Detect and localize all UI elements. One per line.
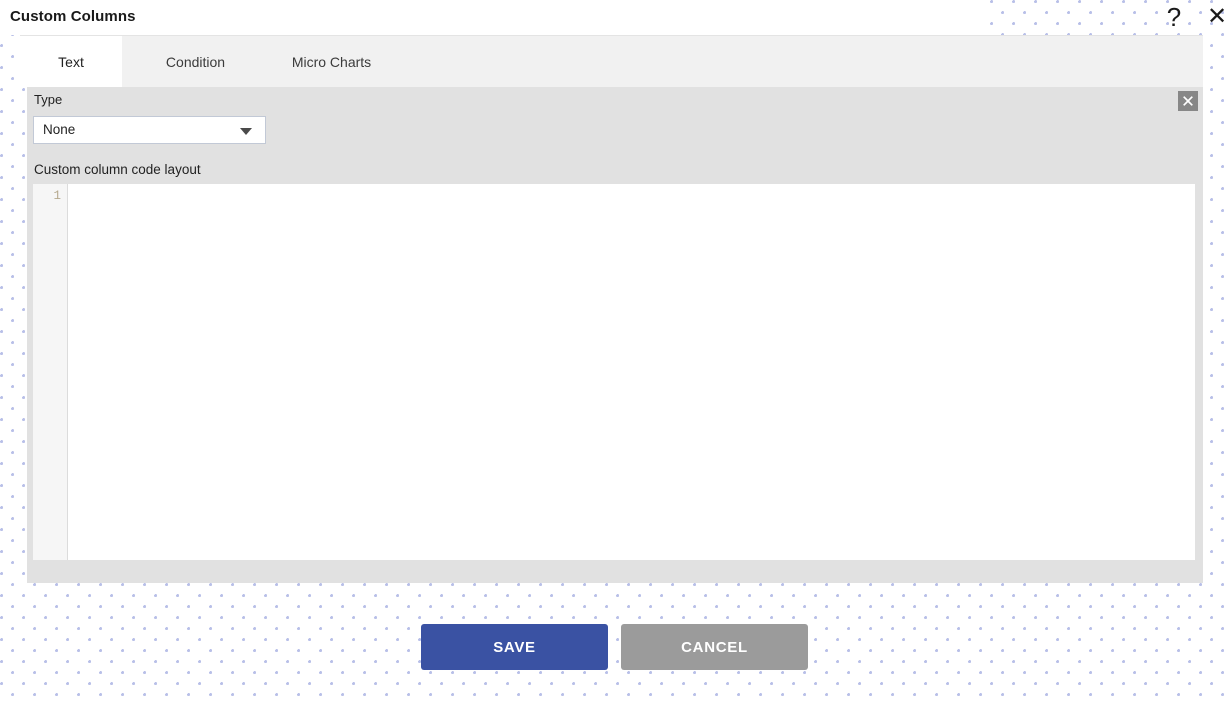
code-editor: 1 [33,184,1195,560]
editor-gutter: 1 [33,184,68,560]
cancel-button[interactable]: CANCEL [621,624,808,670]
close-icon[interactable]: ✕ [1202,2,1232,32]
chevron-down-icon [240,128,252,135]
close-icon [1183,96,1193,106]
tab-text[interactable]: Text [20,36,122,87]
dialog-footer: SAVE CANCEL [0,583,1232,702]
page-title: Custom Columns [10,8,136,25]
dialog-title-bar: Custom Columns ? ✕ [0,0,1232,35]
panel-close-button[interactable] [1178,91,1198,111]
save-button[interactable]: SAVE [421,624,608,670]
tab-bar: Text Condition Micro Charts [20,35,1203,87]
type-label: Type [34,92,63,107]
title-bar-background [0,0,985,35]
type-select-value: None [43,122,76,137]
help-icon[interactable]: ? [1159,2,1189,34]
custom-columns-dialog: Custom Columns ? ✕ Text Condition Micro … [0,0,1232,702]
type-select[interactable]: None [33,116,266,144]
tab-micro-charts[interactable]: Micro Charts [269,36,394,87]
code-editor-input[interactable] [69,184,1195,560]
tab-condition[interactable]: Condition [122,36,269,87]
custom-column-code-layout-label: Custom column code layout [34,162,201,177]
line-number: 1 [53,189,61,203]
custom-column-form-panel: Type None Custom column code layout 1 [27,87,1203,583]
